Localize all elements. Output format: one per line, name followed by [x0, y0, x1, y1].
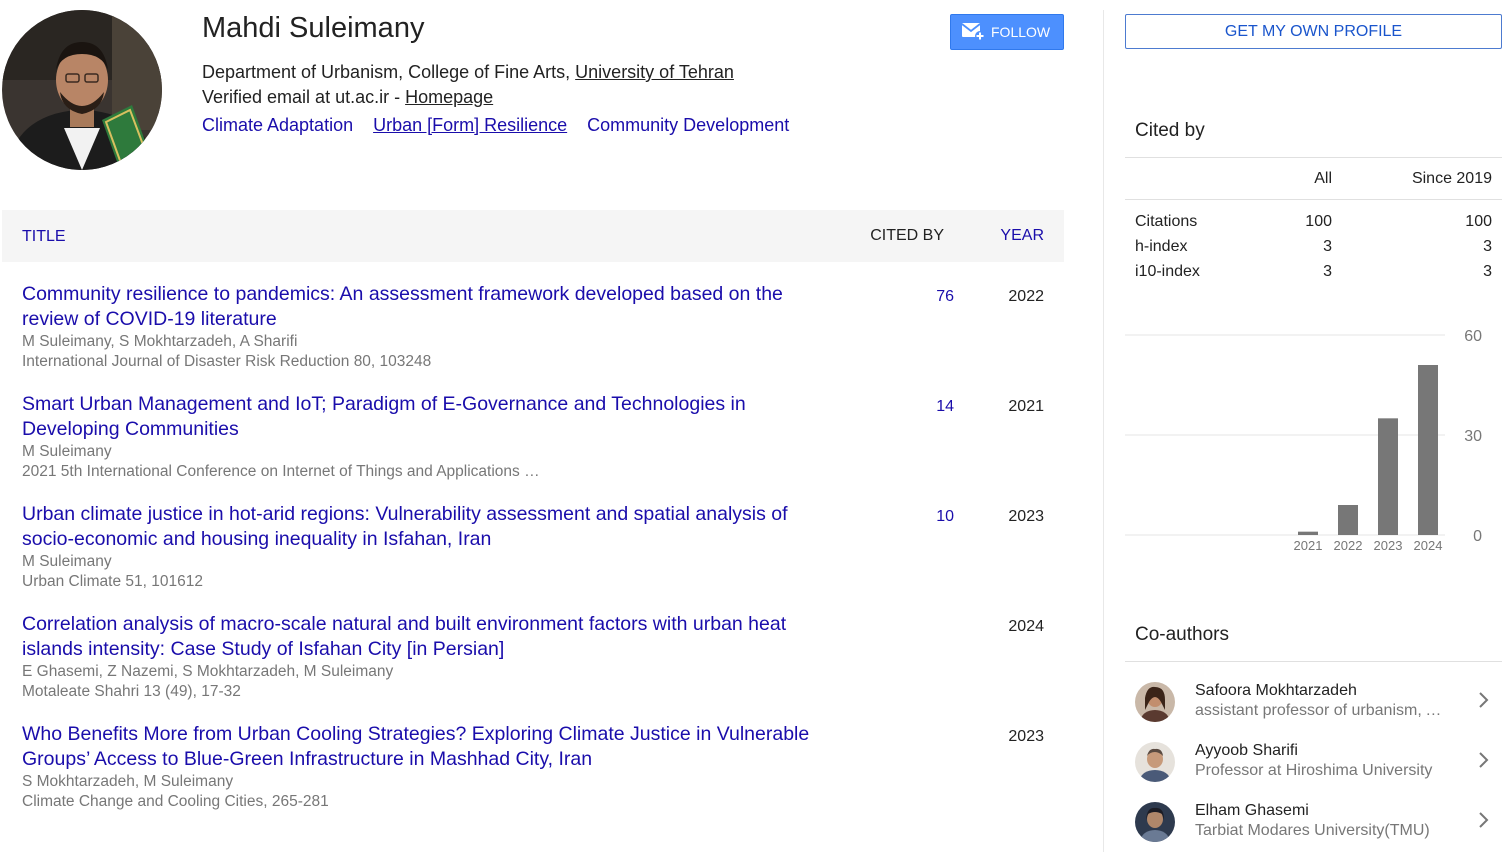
col-all: All	[1314, 170, 1332, 187]
table-row: Correlation analysis of macro-scale natu…	[22, 612, 1064, 722]
divider	[1125, 661, 1502, 662]
sort-by-cited[interactable]: CITED BY	[870, 227, 944, 245]
article-year: 2021	[1008, 398, 1044, 415]
chart-bar[interactable]	[1338, 505, 1358, 535]
homepage-link[interactable]: Homepage	[405, 87, 493, 107]
stat-row-h-index: h-index 3 3	[1135, 238, 1502, 263]
articles-table-header: TITLE CITED BY YEAR	[2, 210, 1064, 262]
coauthor-item[interactable]: Safoora Mokhtarzadeh assistant professor…	[1125, 670, 1502, 730]
table-row: Community resilience to pandemics: An as…	[22, 282, 1064, 392]
chart-svg: 60 30 0 2021 2022 2023 2024	[1125, 328, 1482, 553]
chart-bar[interactable]	[1418, 365, 1438, 535]
table-row: Urban climate justice in hot-arid region…	[22, 502, 1064, 612]
stat-label: i10-index	[1135, 263, 1200, 280]
profile-affiliation: Department of Urbanism, College of Fine …	[202, 60, 734, 110]
stat-row-i10-index: i10-index 3 3	[1135, 263, 1502, 288]
stat-label: Citations	[1135, 213, 1198, 230]
coauthor-item[interactable]: Elham Ghasemi Tarbiat Modares University…	[1125, 790, 1502, 850]
divider	[1125, 157, 1502, 158]
cited-by-count[interactable]: 76	[902, 288, 954, 306]
articles-list: Community resilience to pandemics: An as…	[22, 282, 1064, 832]
coauthor-item[interactable]: Ayyoob Sharifi Professor at Hiroshima Un…	[1125, 730, 1502, 790]
coauthor-name: Ayyoob Sharifi	[1195, 742, 1298, 759]
article-authors: E Ghasemi, Z Nazemi, S Mokhtarzadeh, M S…	[22, 663, 394, 680]
article-venue: 2021 5th International Conference on Int…	[22, 463, 540, 480]
article-venue: Motaleate Shahri 13 (49), 17-32	[22, 683, 241, 700]
article-title[interactable]: Smart Urban Management and IoT; Paradigm…	[22, 392, 842, 442]
article-year: 2023	[1008, 508, 1044, 525]
cited-by-count[interactable]: 14	[902, 398, 954, 416]
article-authors: M Suleimany	[22, 553, 112, 570]
article-authors: M Suleimany, S Mokhtarzadeh, A Sharifi	[22, 333, 298, 350]
article-title[interactable]: Urban climate justice in hot-arid region…	[22, 502, 842, 552]
profile-name: Mahdi Suleimany	[202, 12, 425, 44]
article-venue: Climate Change and Cooling Cities, 265-2…	[22, 793, 329, 810]
article-title[interactable]: Correlation analysis of macro-scale natu…	[22, 612, 842, 662]
profile-avatar	[2, 10, 162, 170]
x-tick-label: 2021	[1294, 538, 1323, 553]
stat-since: 100	[1465, 213, 1492, 230]
interest-link[interactable]: Community Development	[587, 115, 789, 136]
cited-by-title: Cited by	[1135, 120, 1205, 141]
x-tick-label: 2024	[1414, 538, 1443, 553]
coauthor-name: Elham Ghasemi	[1195, 802, 1309, 819]
stat-all: 100	[1305, 213, 1332, 230]
column-divider	[1103, 10, 1104, 852]
affiliation-link[interactable]: University of Tehran	[575, 62, 734, 82]
coauthor-affiliation: Tarbiat Modares University(TMU)	[1195, 822, 1430, 839]
table-row: Smart Urban Management and IoT; Paradigm…	[22, 392, 1064, 502]
stat-all: 3	[1323, 238, 1332, 255]
interest-link[interactable]: Climate Adaptation	[202, 115, 353, 136]
chevron-right-icon	[1477, 690, 1491, 715]
coauthor-affiliation: assistant professor of urbanism, Art Uni…	[1195, 702, 1450, 719]
stat-row-citations: Citations 100 100	[1135, 213, 1502, 238]
stat-since: 3	[1483, 263, 1492, 280]
follow-button[interactable]: FOLLOW	[950, 14, 1064, 50]
y-tick-label: 0	[1473, 528, 1482, 545]
get-my-own-profile-button[interactable]: GET MY OWN PROFILE	[1125, 14, 1502, 49]
coauthor-avatar	[1135, 742, 1175, 782]
chevron-right-icon	[1477, 750, 1491, 775]
chevron-right-icon	[1477, 810, 1491, 835]
article-year: 2022	[1008, 288, 1044, 305]
coauthor-avatar	[1135, 802, 1175, 842]
coauthor-affiliation: Professor at Hiroshima University	[1195, 762, 1433, 779]
follow-label: FOLLOW	[991, 24, 1051, 40]
article-year: 2024	[1008, 618, 1044, 635]
citations-per-year-chart: 60 30 0 2021 2022 2023 2024	[1125, 320, 1502, 560]
divider	[1125, 199, 1502, 200]
mail-plus-icon	[961, 21, 985, 44]
y-tick-label: 60	[1464, 328, 1482, 345]
x-tick-label: 2023	[1374, 538, 1403, 553]
article-venue: Urban Climate 51, 101612	[22, 573, 203, 590]
sort-by-year[interactable]: YEAR	[1000, 227, 1044, 245]
coauthor-name: Safoora Mokhtarzadeh	[1195, 682, 1357, 699]
article-venue: International Journal of Disaster Risk R…	[22, 353, 432, 370]
stat-label: h-index	[1135, 238, 1188, 255]
affiliation-text: Department of Urbanism, College of Fine …	[202, 62, 576, 82]
x-tick-label: 2022	[1334, 538, 1363, 553]
col-since-2019: Since 2019	[1411, 170, 1492, 187]
article-authors: M Suleimany	[22, 443, 112, 460]
y-tick-label: 30	[1464, 428, 1482, 445]
article-title[interactable]: Who Benefits More from Urban Cooling Str…	[22, 722, 842, 772]
stat-all: 3	[1323, 263, 1332, 280]
citation-stats: Citations 100 100 h-index 3 3 i10-index …	[1135, 213, 1502, 288]
article-authors: S Mokhtarzadeh, M Suleimany	[22, 773, 234, 790]
research-interests: Climate Adaptation Urban [Form] Resilien…	[202, 115, 789, 136]
cited-by-count[interactable]: 10	[902, 508, 954, 526]
coauthor-avatar	[1135, 682, 1175, 722]
article-year: 2023	[1008, 728, 1044, 745]
coauthors-list: Safoora Mokhtarzadeh assistant professor…	[1125, 670, 1502, 850]
interest-link[interactable]: Urban [Form] Resilience	[373, 115, 567, 136]
coauthors-title: Co-authors	[1135, 624, 1229, 645]
stat-since: 3	[1483, 238, 1492, 255]
article-title[interactable]: Community resilience to pandemics: An as…	[22, 282, 842, 332]
chart-bar[interactable]	[1298, 531, 1318, 535]
sort-by-title[interactable]: TITLE	[22, 228, 66, 246]
table-row: Who Benefits More from Urban Cooling Str…	[22, 722, 1064, 832]
chart-bar[interactable]	[1378, 418, 1398, 535]
verified-email: Verified email at ut.ac.ir -	[202, 87, 406, 107]
